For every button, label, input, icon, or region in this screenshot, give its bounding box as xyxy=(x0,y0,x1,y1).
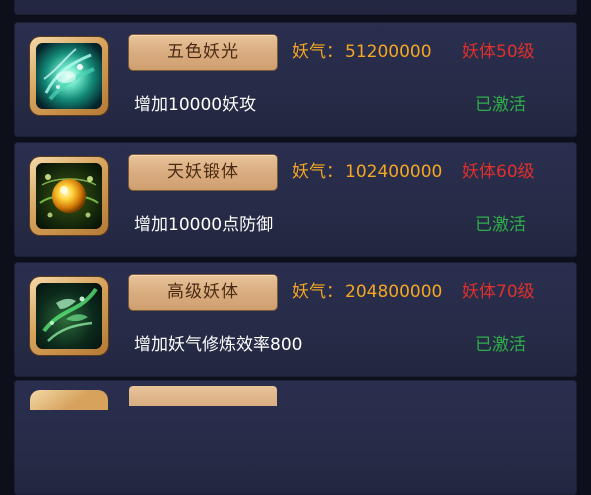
icon-frame-edge xyxy=(30,390,108,410)
wind-orb-icon xyxy=(36,43,102,109)
skill-name: 天妖锻体 xyxy=(129,155,277,190)
required-level: 妖体60级 xyxy=(462,162,535,182)
skill-card-partial-bottom xyxy=(14,380,577,495)
activation-status: 已激活 xyxy=(475,335,526,355)
skill-description: 增加10000妖攻 xyxy=(134,95,257,115)
qi-label: 妖气： xyxy=(292,42,343,62)
skill-card[interactable]: 高级妖体 妖气： 204800000 妖体70级 增加妖气修炼效率800 已激活 xyxy=(14,262,577,377)
qi-value: 51200000 xyxy=(345,42,432,62)
skill-description: 增加妖气修炼效率800 xyxy=(134,335,303,355)
activation-status: 已激活 xyxy=(475,95,526,115)
activation-status: 已激活 xyxy=(475,215,526,235)
qi-label: 妖气： xyxy=(292,282,343,302)
skill-list: 五色妖光 妖气： 51200000 妖体50级 增加10000妖攻 已激活 天妖… xyxy=(0,0,591,495)
required-level: 妖体70级 xyxy=(462,282,535,302)
required-level: 妖体50级 xyxy=(462,42,535,62)
spirit-wind-icon xyxy=(36,283,102,349)
skill-name: 五色妖光 xyxy=(129,35,277,70)
golden-orb-icon xyxy=(36,163,102,229)
skill-card-partial-top xyxy=(14,0,577,15)
skill-name: 高级妖体 xyxy=(129,275,277,310)
skill-card[interactable]: 五色妖光 妖气： 51200000 妖体50级 增加10000妖攻 已激活 xyxy=(14,22,577,137)
skill-icon-frame xyxy=(30,277,108,355)
qi-cost: 妖气： 51200000 xyxy=(292,37,432,67)
qi-label: 妖气： xyxy=(292,162,343,182)
skill-icon-frame xyxy=(30,37,108,115)
skill-description: 增加10000点防御 xyxy=(134,215,274,235)
qi-cost: 妖气： 204800000 xyxy=(292,277,442,307)
skill-card[interactable]: 天妖锻体 妖气： 102400000 妖体60级 增加10000点防御 已激活 xyxy=(14,142,577,257)
skill-icon-frame xyxy=(30,157,108,235)
qi-value: 102400000 xyxy=(345,162,443,182)
qi-value: 204800000 xyxy=(345,282,443,302)
name-plate-edge xyxy=(129,386,277,406)
qi-cost: 妖气： 102400000 xyxy=(292,157,442,187)
